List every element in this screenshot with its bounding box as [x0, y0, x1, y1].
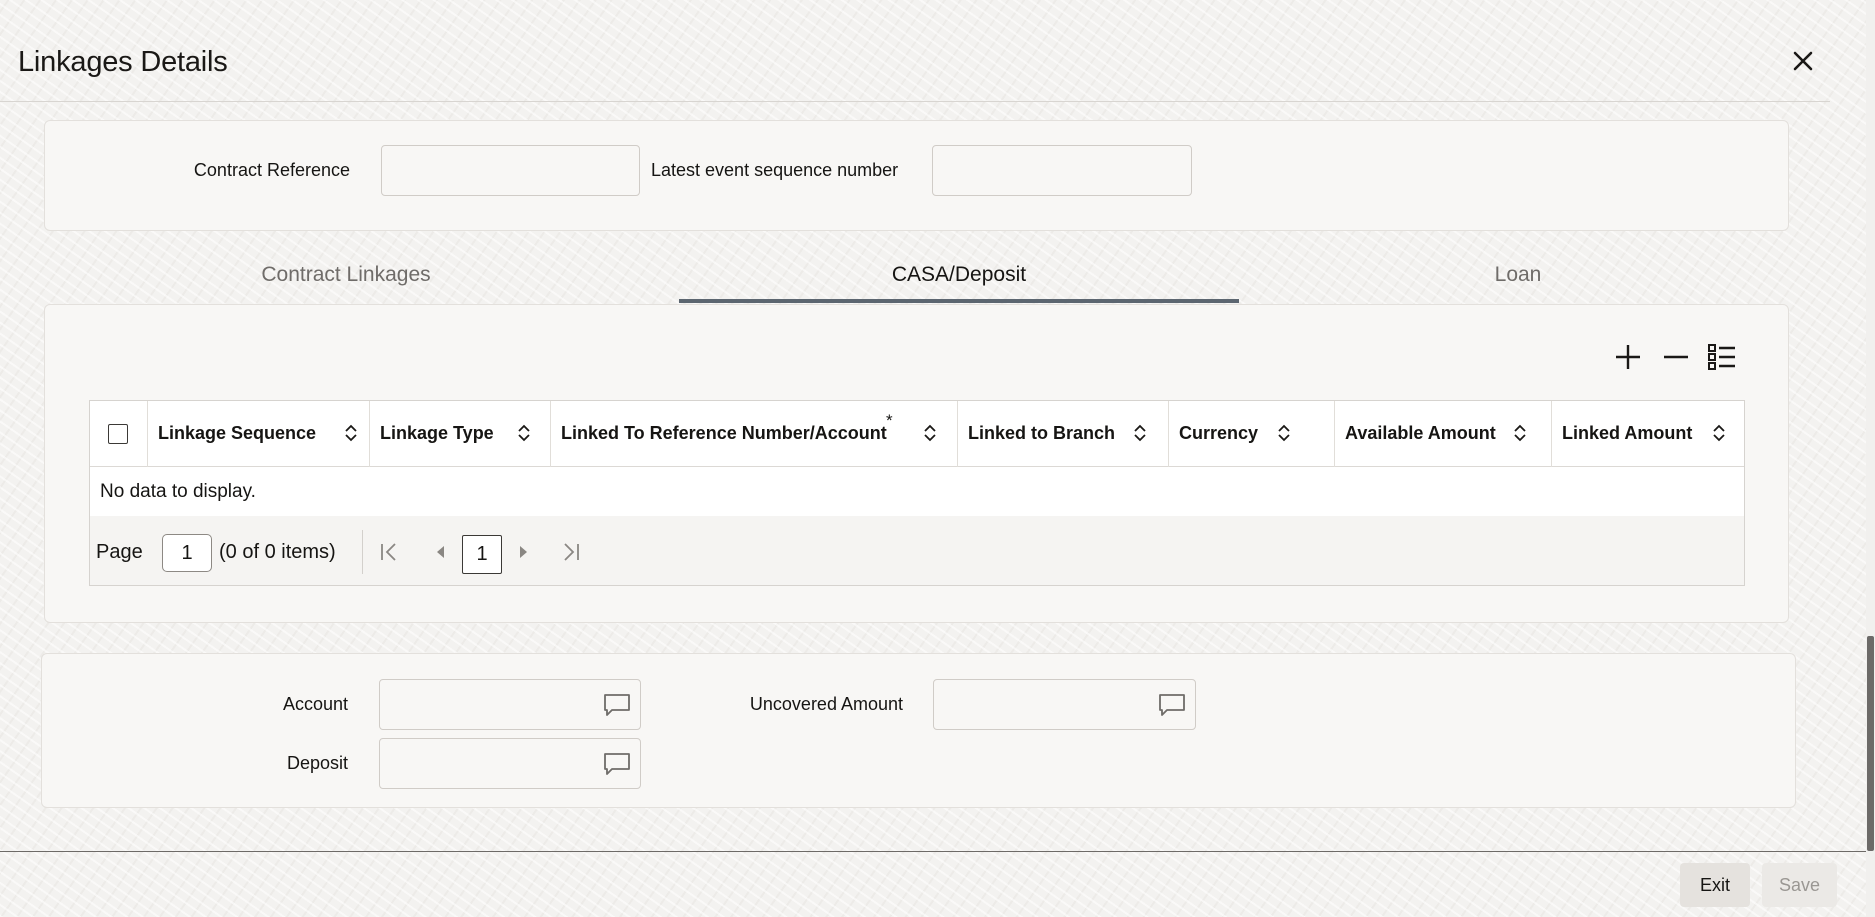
column-header-linked-amount[interactable]: Linked Amount — [1552, 401, 1744, 467]
uncovered-amount-lov-button[interactable] — [1158, 692, 1186, 718]
column-header-linkage-type[interactable]: Linkage Type — [370, 401, 551, 467]
sort-icon[interactable] — [1513, 423, 1527, 443]
column-label: Linked to Branch — [968, 423, 1116, 443]
title-divider — [0, 101, 1830, 102]
column-settings-button[interactable] — [1706, 341, 1738, 373]
sort-icon[interactable] — [1277, 423, 1291, 443]
scrollbar-thumb[interactable] — [1867, 636, 1874, 851]
sort-icon[interactable] — [344, 423, 358, 443]
required-marker: * — [886, 411, 893, 430]
next-page-icon — [520, 546, 527, 558]
column-label: Linked To Reference Number/Account — [561, 423, 887, 443]
account-input[interactable] — [379, 679, 641, 730]
column-label: Currency — [1179, 423, 1259, 443]
account-lov-button[interactable] — [603, 692, 631, 718]
first-page-button[interactable] — [379, 541, 399, 563]
latest-event-seq-label: Latest event sequence number — [651, 160, 899, 180]
column-header-linkage-sequence[interactable]: Linkage Sequence — [148, 401, 370, 467]
page-number-input[interactable]: 1 — [162, 534, 212, 572]
last-page-button[interactable] — [561, 541, 581, 563]
page-label: Page — [96, 541, 143, 563]
column-label: Available Amount — [1345, 423, 1496, 443]
delete-row-button[interactable] — [1660, 341, 1692, 373]
save-button[interactable]: Save — [1762, 863, 1837, 907]
select-all-column — [90, 401, 148, 467]
plus-icon — [1616, 345, 1640, 369]
deposit-input[interactable] — [379, 738, 641, 789]
sort-icon[interactable] — [1712, 423, 1726, 443]
sort-icon[interactable] — [923, 423, 937, 443]
current-page-button[interactable]: 1 — [462, 535, 502, 574]
deposit-lov-button[interactable] — [603, 751, 631, 777]
next-page-button[interactable] — [515, 541, 531, 563]
deposit-label: Deposit — [286, 753, 348, 773]
column-label: Linked Amount — [1562, 423, 1693, 443]
previous-page-icon — [437, 546, 444, 558]
uncovered-amount-input[interactable] — [933, 679, 1196, 730]
speech-bubble-icon — [604, 694, 630, 716]
page-title: Linkages Details — [18, 46, 228, 78]
tab-loan[interactable]: Loan — [1318, 263, 1718, 303]
previous-page-button[interactable] — [433, 541, 449, 563]
footer-divider — [0, 851, 1875, 852]
pager-divider — [362, 530, 363, 574]
latest-event-seq-input[interactable] — [932, 145, 1192, 196]
column-label: Linkage Type — [380, 423, 494, 443]
linkages-table: Linkage Sequence Linkage Type Linked To … — [89, 400, 1745, 586]
pagination-bar: Page 1 (0 of 0 items) 1 — [90, 516, 1744, 585]
sort-icon[interactable] — [1133, 423, 1147, 443]
tab-contract-linkages[interactable]: Contract Linkages — [146, 263, 546, 303]
linkage-summary-panel — [41, 653, 1796, 808]
contract-reference-label: Contract Reference — [193, 160, 350, 180]
select-all-checkbox[interactable] — [108, 424, 128, 444]
speech-bubble-icon — [604, 753, 630, 775]
add-row-button[interactable] — [1612, 341, 1644, 373]
close-icon — [1793, 51, 1813, 71]
column-header-linked-to-branch[interactable]: Linked to Branch — [958, 401, 1169, 467]
empty-table-message: No data to display. — [100, 481, 256, 502]
items-count: (0 of 0 items) — [219, 541, 336, 563]
account-label: Account — [282, 694, 348, 714]
column-header-linked-to-reference[interactable]: Linked To Reference Number/Account * — [551, 401, 958, 467]
minus-icon — [1664, 355, 1688, 359]
column-header-currency[interactable]: Currency — [1169, 401, 1335, 467]
first-page-icon — [381, 543, 396, 561]
list-icon — [1708, 344, 1735, 370]
speech-bubble-icon — [1159, 694, 1185, 716]
last-page-icon — [564, 543, 579, 561]
exit-button[interactable]: Exit — [1680, 863, 1750, 907]
uncovered-amount-label: Uncovered Amount — [749, 694, 903, 714]
column-label: Linkage Sequence — [158, 423, 317, 443]
table-header: Linkage Sequence Linkage Type Linked To … — [90, 401, 1744, 467]
active-tab-indicator — [679, 299, 1239, 303]
sort-icon[interactable] — [517, 423, 531, 443]
column-header-available-amount[interactable]: Available Amount — [1335, 401, 1552, 467]
contract-reference-input[interactable] — [381, 145, 640, 196]
tab-casa-deposit[interactable]: CASA/Deposit — [679, 263, 1239, 303]
close-button[interactable] — [1788, 46, 1818, 76]
